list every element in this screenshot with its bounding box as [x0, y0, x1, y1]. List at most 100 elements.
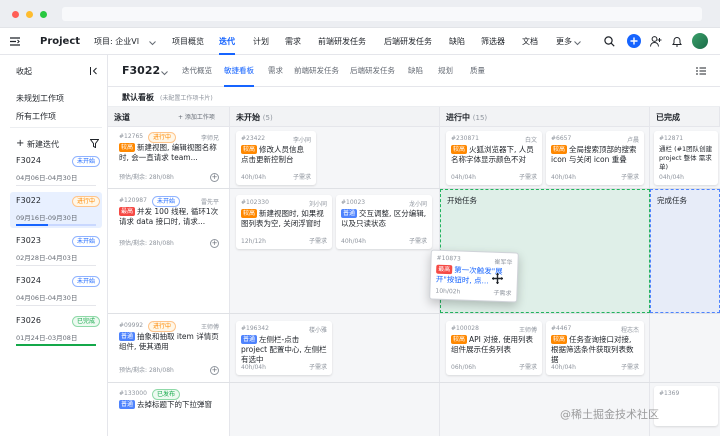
unplanned-items-link[interactable]: 未规划工作项: [16, 93, 64, 104]
iteration-dates: 02月28日-04月03日: [16, 254, 78, 262]
progress-track: [16, 305, 96, 306]
progress-track: [16, 185, 96, 186]
list-view-icon[interactable]: [696, 67, 706, 77]
iteration-item[interactable]: F3023 未开始 02月28日-04月03日: [10, 232, 102, 268]
task-card[interactable]: #1369: [654, 386, 718, 426]
add-work-item-button[interactable]: + 添加工作项: [178, 112, 215, 121]
nav-item-filters[interactable]: 筛选器: [481, 28, 505, 55]
tab-frontend-tasks[interactable]: 前端研发任务: [294, 55, 339, 87]
lane-id: #133000: [119, 390, 147, 397]
task-card[interactable]: #4467 程志杰 较高 任务查询接口对接, 根据筛选条件获取列表数据 40h/0…: [546, 321, 644, 375]
drop-zone-complete[interactable]: 完成任务: [650, 189, 720, 313]
column-count: (15): [472, 114, 488, 122]
task-card[interactable]: #23422 李小同 较高 修改人员信息点击更新控制台 40h/04h 子需求: [236, 131, 316, 185]
nav-item-docs[interactable]: 文档: [522, 28, 538, 55]
avatar[interactable]: [692, 33, 708, 49]
tab-iteration-overview[interactable]: 迭代概览: [182, 55, 212, 87]
card-estimate: 40h/04h: [551, 174, 576, 181]
project-switcher[interactable]: 项目: 企业VI: [94, 28, 139, 55]
board-title[interactable]: 默认看板: [122, 92, 154, 103]
status-badge: 进行中: [148, 321, 177, 332]
iteration-title[interactable]: F3022: [122, 55, 160, 87]
add-assignee-icon[interactable]: +: [210, 173, 219, 182]
task-card[interactable]: #100028 王师傅 较高 API 对接, 使用列表组件展示任务列表 06h/0…: [446, 321, 542, 375]
task-card[interactable]: #6657 卢晨 较高 全局搜索顶部的搜索 icon 与关闭 icon 重叠 40…: [546, 131, 644, 185]
tab-requirements[interactable]: 需求: [268, 55, 283, 87]
column-header-todo: 未开始 (5): [230, 107, 440, 127]
nav-item-backend-tasks[interactable]: 后端研发任务: [384, 28, 432, 55]
menu-toggle-icon[interactable]: [10, 37, 20, 48]
add-assignee-icon[interactable]: +: [210, 239, 219, 248]
card-estimate: 04h/04h: [659, 174, 684, 181]
lane-card[interactable]: #09992 进行中 王师傅 普通 抽象和抽取 item 详情页组件, 使其通用 …: [114, 318, 224, 378]
filter-icon[interactable]: [89, 139, 100, 150]
card-type: 子需求: [308, 238, 327, 245]
iteration-name: F3022: [16, 196, 41, 205]
lane-card[interactable]: #12765 进行中 李师兄 较高 新建视图, 编辑视图名称时, 会一直请求 te…: [114, 129, 224, 185]
iteration-item[interactable]: F3024 未开始 04月06日-04月30日: [10, 272, 102, 308]
collapse-label[interactable]: 收起: [16, 66, 32, 77]
tab-quality[interactable]: 质量: [470, 55, 485, 87]
nav-item-overview[interactable]: 项目概览: [172, 28, 204, 55]
card-owner: 崔军华: [494, 258, 513, 267]
column-header-done: 已完成: [650, 107, 720, 127]
nav-item-more[interactable]: 更多: [556, 28, 572, 55]
task-card[interactable]: #230871 白文 较高 火狐浏览器下, 人员名称字体显示颜色不对 04h/04…: [446, 131, 542, 185]
lane-title: 较高 新建视图, 编辑视图名称时, 会一直请求 team...: [119, 143, 217, 162]
card-owner: 楼小雅: [308, 327, 327, 334]
new-iteration-button[interactable]: 新建迭代: [27, 139, 59, 150]
card-owner: 李小同: [292, 137, 311, 144]
nav-item-frontend-tasks[interactable]: 前端研发任务: [318, 28, 366, 55]
nav-item-bugs[interactable]: 缺陷: [449, 28, 465, 55]
nav-item-iteration[interactable]: 迭代: [219, 28, 235, 55]
card-id: #100028: [451, 325, 479, 332]
nav-item-plan[interactable]: 计划: [253, 28, 269, 55]
card-estimate: 10h/02h: [435, 287, 461, 296]
maximize-dot[interactable]: [40, 11, 47, 18]
tab-agile-board[interactable]: 敏捷看板: [224, 55, 254, 87]
lane-owner: 雷先平: [200, 199, 219, 206]
tab-planning[interactable]: 规划: [438, 55, 453, 87]
browser-chrome: [0, 0, 720, 28]
chevron-down-icon[interactable]: [149, 39, 156, 48]
iteration-item[interactable]: F3026 已完成 01月24日-03月08日: [10, 312, 102, 348]
card-owner: 程志杰: [620, 327, 639, 334]
status-badge: 进行中: [148, 132, 177, 143]
address-bar[interactable]: [62, 7, 702, 21]
task-card[interactable]: #102330 刘小同 较高 新建视图时, 如果视图列表为空, 关闭浮窗时 12h…: [236, 195, 332, 249]
collapse-icon[interactable]: [90, 67, 99, 77]
card-type: 子需求: [518, 174, 537, 181]
add-assignee-icon[interactable]: +: [210, 366, 219, 375]
create-plus-icon[interactable]: [627, 34, 641, 50]
close-dot[interactable]: [12, 11, 19, 18]
add-member-icon[interactable]: [650, 36, 662, 49]
task-card[interactable]: #10023 龙小同 普通 交互调整, 区分编辑, 以及只读状态 40h/04h …: [336, 195, 432, 249]
task-card[interactable]: #12871 通栏 (#1团队创建 project 整体 需求单) 04h/04…: [654, 131, 718, 185]
priority-tag: 最高: [436, 264, 453, 275]
search-icon[interactable]: [604, 36, 615, 49]
all-items-link[interactable]: 所有工作项: [16, 111, 56, 122]
lane-card[interactable]: #120987 未开始 雷先平 最高 并发 100 线程, 循环1次请求 data…: [114, 193, 224, 251]
iteration-item-selected[interactable]: F3022 进行中 09月16日-09月30日: [10, 192, 102, 228]
status-badge: 未开始: [72, 156, 101, 167]
lane-owner: 王师傅: [200, 324, 219, 331]
lane-card[interactable]: #133000 已发布 普通 去掉标题下的下拉弹窗: [114, 386, 224, 426]
column-count: (5): [262, 114, 273, 122]
status-badge: 未开始: [72, 236, 101, 247]
card-title: 普通 交互调整, 区分编辑, 以及只读状态: [341, 209, 427, 228]
dragging-card[interactable]: #10873 崔军华 最高 第一次触发"展开"按钮时, 点... 10h/02h …: [429, 249, 519, 303]
card-type: 子需求: [308, 364, 327, 371]
tab-bugs[interactable]: 缺陷: [408, 55, 423, 87]
card-title: 较高 API 对接, 使用列表组件展示任务列表: [451, 335, 534, 354]
iteration-item[interactable]: F3024 未开始 04月06日-04月30日: [10, 152, 102, 188]
card-estimate: 06h/06h: [451, 364, 476, 371]
task-card[interactable]: #196342 楼小雅 普通 左侧栏-点击 project 配置中心, 左侧栏有选…: [236, 321, 332, 375]
iteration-chevron-icon[interactable]: [161, 69, 168, 78]
tab-backend-tasks[interactable]: 后端研发任务: [350, 55, 395, 87]
card-estimate: 40h/04h: [241, 174, 266, 181]
iteration-dates: 04月06日-04月30日: [16, 294, 78, 302]
more-chevron-icon[interactable]: [574, 39, 581, 48]
bell-icon[interactable]: [672, 36, 682, 49]
minimize-dot[interactable]: [26, 11, 33, 18]
nav-item-requirements[interactable]: 需求: [285, 28, 301, 55]
